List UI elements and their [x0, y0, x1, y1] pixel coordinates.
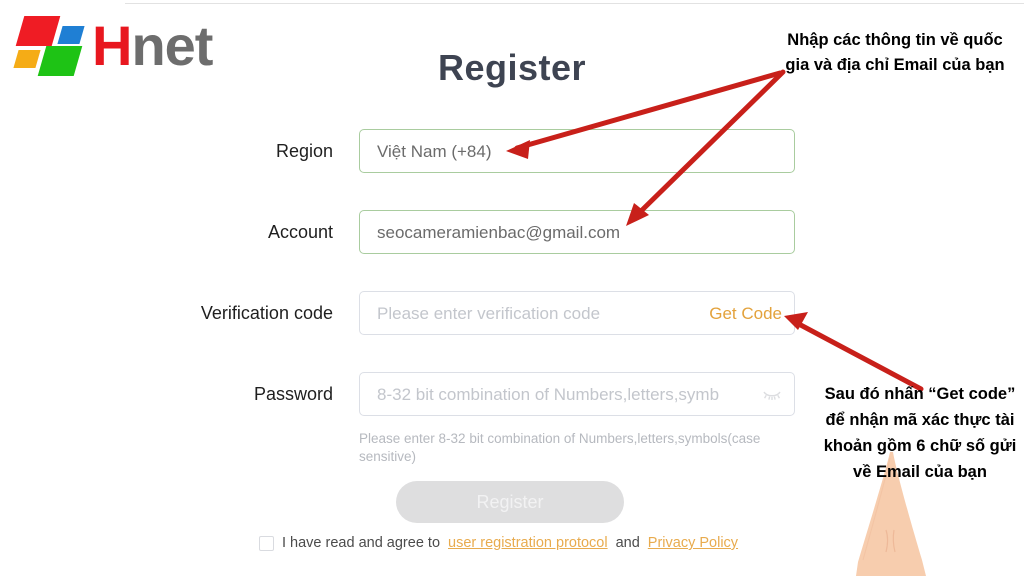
password-input[interactable]: 8-32 bit combination of Numbers,letters,…	[359, 372, 795, 416]
get-code-button[interactable]: Get Code	[709, 292, 782, 336]
annotation-bottom-note: Sau đó nhấn “Get code” để nhận mã xác th…	[823, 385, 1017, 481]
account-input-value: seocameramienbac@gmail.com	[377, 223, 621, 242]
form-row-region: Region Việt Nam (+84)	[0, 129, 1024, 173]
verification-code-placeholder: Please enter verification code	[377, 304, 601, 323]
region-input[interactable]: Việt Nam (+84)	[359, 129, 795, 173]
annotation-top-note: Nhập các thông tin về quốc gia và địa ch…	[785, 31, 1005, 74]
form-row-account: Account seocameramienbac@gmail.com	[0, 210, 1024, 254]
label-region: Region	[275, 141, 333, 161]
label-password: Password	[253, 384, 333, 404]
logo-tile-blue	[57, 26, 85, 44]
agreement-row: I have read and agree to user registrati…	[259, 533, 738, 553]
eye-closed-icon[interactable]	[762, 387, 782, 403]
form-row-verification-code: Verification code Please enter verificat…	[0, 291, 1024, 335]
privacy-policy-link[interactable]: Privacy Policy	[648, 535, 738, 551]
password-helper-text: Please enter 8-32 bit combination of Num…	[359, 431, 761, 464]
agreement-prefix: I have read and agree to	[282, 535, 441, 551]
password-placeholder: 8-32 bit combination of Numbers,letters,…	[377, 385, 720, 404]
account-input[interactable]: seocameramienbac@gmail.com	[359, 210, 795, 254]
label-account: Account	[267, 222, 333, 242]
region-input-value: Việt Nam (+84)	[377, 142, 492, 161]
agreement-checkbox[interactable]	[259, 535, 274, 551]
verification-code-input[interactable]: Please enter verification code Get Code	[359, 291, 795, 335]
label-verification-code: Verification code	[200, 303, 333, 323]
user-registration-protocol-link[interactable]: user registration protocol	[448, 535, 608, 551]
register-page: Hnet Register Region Việt Nam (+84) Acco…	[0, 0, 1024, 576]
register-submit-button[interactable]: Register	[396, 481, 624, 523]
top-divider	[125, 3, 1024, 4]
logo-tile-red	[15, 16, 61, 46]
agreement-conjunction: and	[615, 535, 640, 551]
